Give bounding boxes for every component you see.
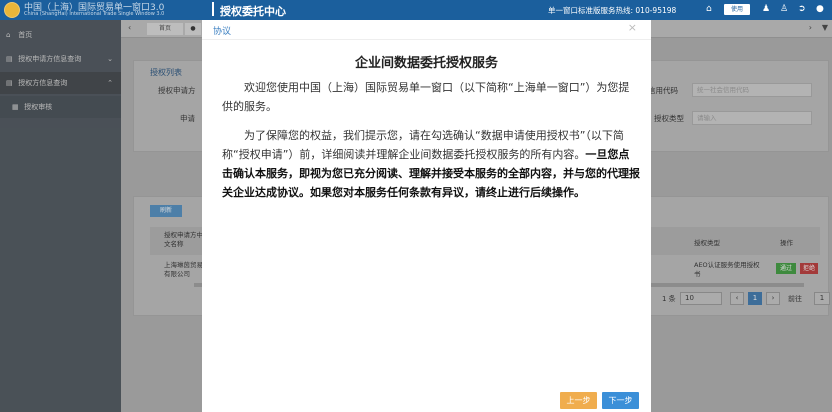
tab-close-all-icon[interactable]: ▼ bbox=[822, 23, 828, 32]
page-size-value: 10 bbox=[685, 294, 694, 302]
credit-code-label: 信用代码 bbox=[648, 86, 678, 95]
shirt-icon[interactable]: ♙ bbox=[780, 4, 788, 14]
agreement-paragraph-2-text: 为了保障您的权益，我们提示您，请在勾选确认“数据申请使用授权书”（以下简称“授权… bbox=[222, 129, 624, 161]
tab-home[interactable]: 首页 bbox=[147, 23, 183, 35]
user-badge[interactable]: 使用 bbox=[724, 4, 750, 15]
chevron-down-icon: ⌄ bbox=[107, 55, 113, 63]
row-applicant-name: 上海琳茵贸易有限公司 bbox=[164, 261, 203, 278]
chevron-up-icon: ⌃ bbox=[107, 79, 113, 87]
sidebar: ⌂ 首页 ▤ 授权申请方信息查询 ⌄ ▤ 授权方信息查询 ⌃ ▦ 授权审核 bbox=[0, 20, 121, 412]
logo-emblem-icon bbox=[4, 2, 20, 18]
next-step-button[interactable]: 下一步 bbox=[602, 392, 639, 409]
application-label: 申请 bbox=[180, 114, 195, 123]
close-icon[interactable]: × bbox=[628, 21, 637, 34]
page-jump-input[interactable]: 1 bbox=[814, 292, 830, 305]
agreement-paragraph-1: 欢迎您使用中国（上海）国际贸易单一窗口（以下简称“上海单一窗口”）为您提供的服务… bbox=[222, 81, 630, 113]
home-icon[interactable]: ⌂ bbox=[706, 4, 712, 14]
folder-icon: ▤ bbox=[6, 55, 13, 63]
page-size-select[interactable]: 10 bbox=[680, 292, 722, 305]
agreement-paragraph-2: 为了保障您的权益，我们提示您，请在勾选确认“数据申请使用授权书”（以下简称“授权… bbox=[222, 126, 640, 202]
previous-step-button[interactable]: 上一步 bbox=[560, 392, 597, 409]
user-circle-icon[interactable]: ● bbox=[816, 4, 824, 14]
sidebar-item-label: 授权申请方信息查询 bbox=[18, 55, 82, 63]
sidebar-item-label: 授权方信息查询 bbox=[18, 79, 68, 87]
auth-type-label: 授权类型 bbox=[654, 114, 684, 123]
panel-title: 授权列表 bbox=[150, 68, 182, 77]
sidebar-item-label: 授权审核 bbox=[24, 103, 53, 111]
agreement-dialog: 协议 × 企业间数据委托授权服务 欢迎您使用中国（上海）国际贸易单一窗口（以下简… bbox=[202, 20, 651, 412]
service-hotline: 单一窗口标准版服务热线: 010-95198 bbox=[548, 6, 677, 15]
refresh-label: 刷新 bbox=[159, 207, 172, 214]
tab-current[interactable]: ● bbox=[185, 23, 201, 35]
sidebar-item-label: 首页 bbox=[18, 31, 33, 39]
page-title: 授权委托中心 bbox=[220, 5, 286, 18]
refresh-button[interactable]: 刷新 bbox=[150, 205, 182, 217]
sidebar-item-home[interactable]: ⌂ 首页 bbox=[0, 24, 121, 46]
header-divider bbox=[212, 2, 214, 16]
pager-total: 1 条 bbox=[662, 295, 676, 303]
row-auth-type: AEO认证服务使用授权书 bbox=[694, 261, 760, 278]
page-button-current[interactable]: 1 bbox=[748, 292, 762, 305]
applicant-label: 授权申请方 bbox=[158, 86, 196, 95]
sidebar-item-auth-review[interactable]: ▦ 授权审核 bbox=[0, 96, 121, 118]
home-icon: ⌂ bbox=[6, 31, 11, 39]
logo-english-text: China (ShangHai) International Trade Sin… bbox=[24, 11, 165, 17]
tab-scroll-left-icon[interactable]: ‹ bbox=[128, 23, 131, 32]
col-applicant-name: 授权申请方中文名称 bbox=[164, 231, 203, 248]
tab-scroll-right-icon[interactable]: › bbox=[809, 23, 812, 32]
folder-icon: ▤ bbox=[6, 79, 13, 87]
auth-type-select[interactable]: 请输入 bbox=[692, 111, 812, 125]
sidebar-item-authorizer-query[interactable]: ▤ 授权方信息查询 ⌃ bbox=[0, 72, 121, 94]
col-auth-type: 授权类型 bbox=[694, 239, 720, 247]
logout-icon[interactable]: ➲ bbox=[798, 4, 806, 14]
dialog-header: 协议 × bbox=[202, 20, 651, 40]
agreement-heading: 企业间数据委托授权服务 bbox=[354, 56, 498, 71]
reject-button[interactable]: 拒绝 bbox=[800, 263, 818, 274]
prev-page-button[interactable]: ‹ bbox=[730, 292, 744, 305]
user-icon[interactable]: ♟ bbox=[762, 4, 770, 14]
tab-home-label: 首页 bbox=[158, 25, 171, 32]
dialog-title: 协议 bbox=[213, 27, 232, 37]
sidebar-item-applicant-query[interactable]: ▤ 授权申请方信息查询 ⌄ bbox=[0, 48, 121, 70]
app-header: 中国（上海）国际贸易单一窗口3.0 China (ShangHai) Inter… bbox=[0, 0, 832, 20]
approve-button[interactable]: 通过 bbox=[776, 263, 796, 274]
page-number: 1 bbox=[752, 294, 758, 302]
pager-goto-label: 前往 bbox=[788, 295, 802, 303]
next-page-button[interactable]: › bbox=[766, 292, 780, 305]
col-operation: 操作 bbox=[780, 239, 793, 247]
document-icon: ▦ bbox=[12, 103, 19, 111]
credit-code-input[interactable]: 统一社会信用代码 bbox=[692, 83, 812, 97]
badge-label: 使用 bbox=[730, 6, 743, 13]
